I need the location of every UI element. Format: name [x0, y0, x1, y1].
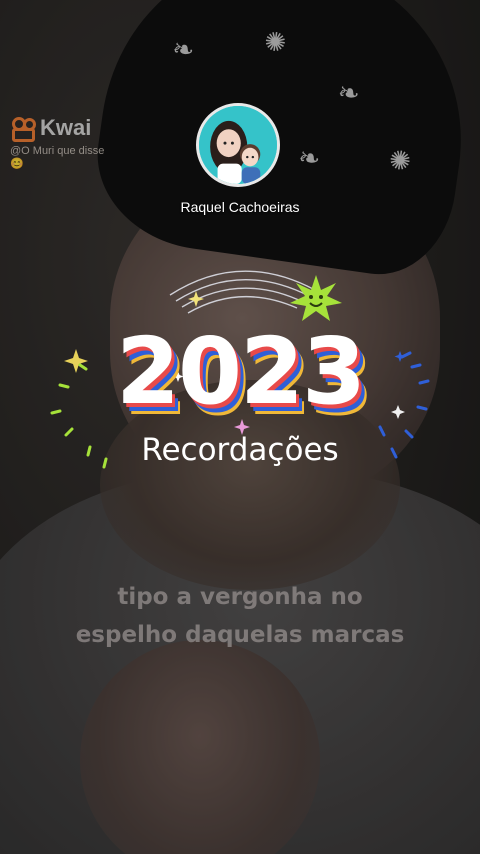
kwai-logo-icon: [10, 115, 36, 142]
year-title: 2023: [115, 318, 366, 425]
arc-lines-icon: [169, 270, 316, 314]
creator-name[interactable]: Raquel Cachoeiras: [0, 199, 480, 215]
recap-subtitle: Recordações: [141, 432, 339, 468]
caption-line-2: espelho daquelas marcas: [75, 622, 405, 648]
watermark-emoji: 😊: [10, 158, 24, 170]
avatar-illustration: [199, 106, 277, 184]
caption-line-1: tipo a vergonha no: [117, 584, 363, 610]
creator-avatar[interactable]: [196, 103, 280, 187]
kwai-watermark: Kwai @O Muri que disse 😊: [10, 115, 104, 170]
watermark-brand: Kwai: [40, 115, 92, 140]
watermark-handle: @O Muri que disse: [10, 145, 105, 157]
